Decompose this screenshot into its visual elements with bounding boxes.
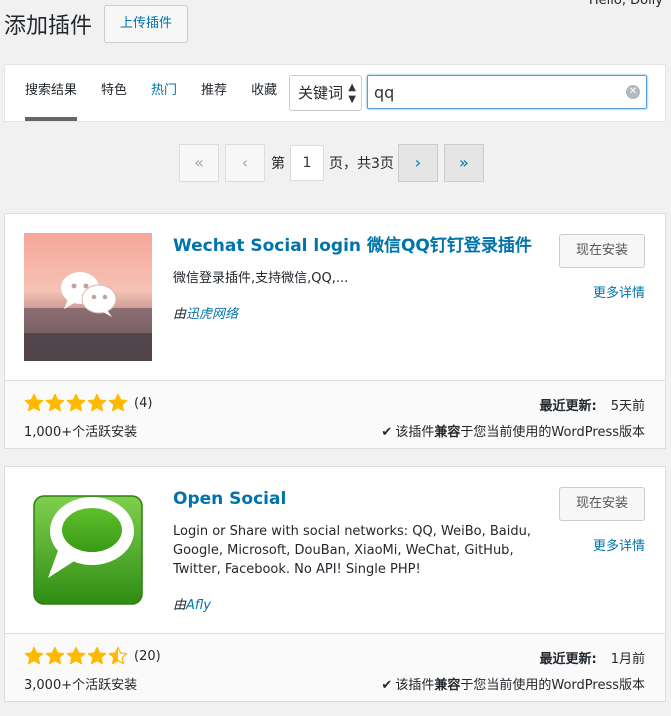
star-filled-icon (87, 393, 107, 412)
filter-bar: 搜索结果 特色 热门 推荐 收藏 关键词 ▲▼ ✕ (4, 64, 666, 122)
author-prefix: 由 (173, 307, 187, 322)
star-half-icon (108, 646, 128, 665)
install-now-button[interactable]: 现在安装 (559, 487, 645, 521)
author-prefix: 由 (173, 598, 187, 613)
check-icon: ✔ (381, 425, 393, 440)
tab-search-results[interactable]: 搜索结果 (25, 65, 78, 121)
active-installs: 3,000+个活跃安装 (24, 678, 138, 693)
page-title: 添加插件 (4, 14, 93, 39)
plugin-author: 由迅虎网络 (173, 303, 238, 322)
install-now-button[interactable]: 现在安装 (559, 234, 645, 268)
author-link[interactable]: 迅虎网络 (186, 307, 238, 322)
search-box: ✕ (367, 75, 647, 109)
tab-popular[interactable]: 热门 (151, 65, 177, 121)
compat-prefix: 该插件 (395, 425, 435, 440)
compatibility: ✔ 该插件兼容于您当前使用的WordPress版本 (381, 421, 645, 440)
last-updated: 最近更新: 5天前 (540, 395, 645, 414)
last-updated: 最近更新: 1月前 (540, 648, 645, 667)
next-page-button[interactable]: › (397, 144, 438, 182)
compatibility: ✔ 该插件兼容于您当前使用的WordPress版本 (381, 674, 645, 693)
star-filled-icon (24, 646, 44, 665)
more-details-link[interactable]: 更多详情 (593, 535, 645, 554)
star-rating: (4) (24, 393, 152, 413)
upload-plugin-button[interactable]: 上传插件 (104, 5, 189, 43)
clear-search-icon[interactable]: ✕ (626, 85, 640, 99)
tab-favorites[interactable]: 收藏 (251, 65, 277, 121)
active-installs: 1,000+个活跃安装 (24, 425, 138, 440)
compat-suffix: 于您当前使用的WordPress版本 (460, 678, 645, 693)
plugin-thumbnail-wechat[interactable] (24, 233, 152, 361)
plugin-name[interactable]: Wechat Social login 微信QQ钉钉登录插件 (173, 234, 543, 258)
page-prefix: 第 (271, 156, 285, 172)
plugin-author: 由Afly (173, 594, 211, 613)
pagination: « ‹ 第 1 页，共3页 › » (179, 144, 490, 182)
greeting: Hello, Dolly (588, 0, 663, 8)
search-type-select[interactable]: 关键词 ▲ ▼ (289, 75, 362, 111)
plugin-description: Login or Share with social networks: QQ,… (173, 524, 531, 577)
first-page-button: « (179, 144, 219, 182)
rating-count: (4) (134, 395, 153, 411)
plugin-card: Wechat Social login 微信QQ钉钉登录插件 微信登录插件,支持… (4, 213, 666, 449)
plugin-thumbnail-open-social[interactable] (24, 486, 152, 614)
current-page-input[interactable]: 1 (290, 145, 324, 181)
author-link[interactable]: Afly (186, 598, 211, 613)
star-rating: (20) (24, 646, 161, 666)
star-filled-icon (66, 393, 86, 412)
rating-count: (20) (134, 648, 161, 664)
tab-featured[interactable]: 特色 (101, 65, 127, 121)
last-page-button[interactable]: » (443, 144, 484, 182)
page-total: 页，共3页 (329, 156, 394, 172)
more-details-link[interactable]: 更多详情 (593, 282, 645, 301)
star-filled-icon (108, 393, 128, 412)
compat-bold: 兼容 (434, 678, 461, 693)
check-icon: ✔ (381, 678, 393, 693)
last-updated-value: 1月前 (610, 652, 645, 667)
last-updated-value: 5天前 (610, 399, 645, 414)
compat-bold: 兼容 (434, 425, 461, 440)
compat-prefix: 该插件 (395, 678, 435, 693)
plugin-card: Open Social Login or Share with social n… (4, 466, 666, 702)
prev-page-button: ‹ (225, 144, 265, 182)
star-filled-icon (87, 646, 107, 665)
filter-tabs: 搜索结果 特色 热门 推荐 收藏 (25, 65, 301, 121)
star-filled-icon (45, 393, 65, 412)
plugin-name[interactable]: Open Social (173, 487, 543, 511)
page-header: 添加插件 上传插件 (4, 4, 189, 44)
search-input[interactable] (368, 76, 618, 108)
plugin-description: 微信登录插件,支持微信,QQ,... (173, 271, 349, 286)
compat-suffix: 于您当前使用的WordPress版本 (460, 425, 645, 440)
star-filled-icon (45, 646, 65, 665)
select-arrows-icon: ▲ ▼ (348, 82, 356, 105)
star-filled-icon (24, 393, 44, 412)
tab-recommended[interactable]: 推荐 (201, 65, 227, 121)
last-updated-label: 最近更新: (539, 652, 597, 667)
star-filled-icon (66, 646, 86, 665)
last-updated-label: 最近更新: (539, 399, 597, 414)
search-type-value: 关键词 (298, 84, 344, 102)
